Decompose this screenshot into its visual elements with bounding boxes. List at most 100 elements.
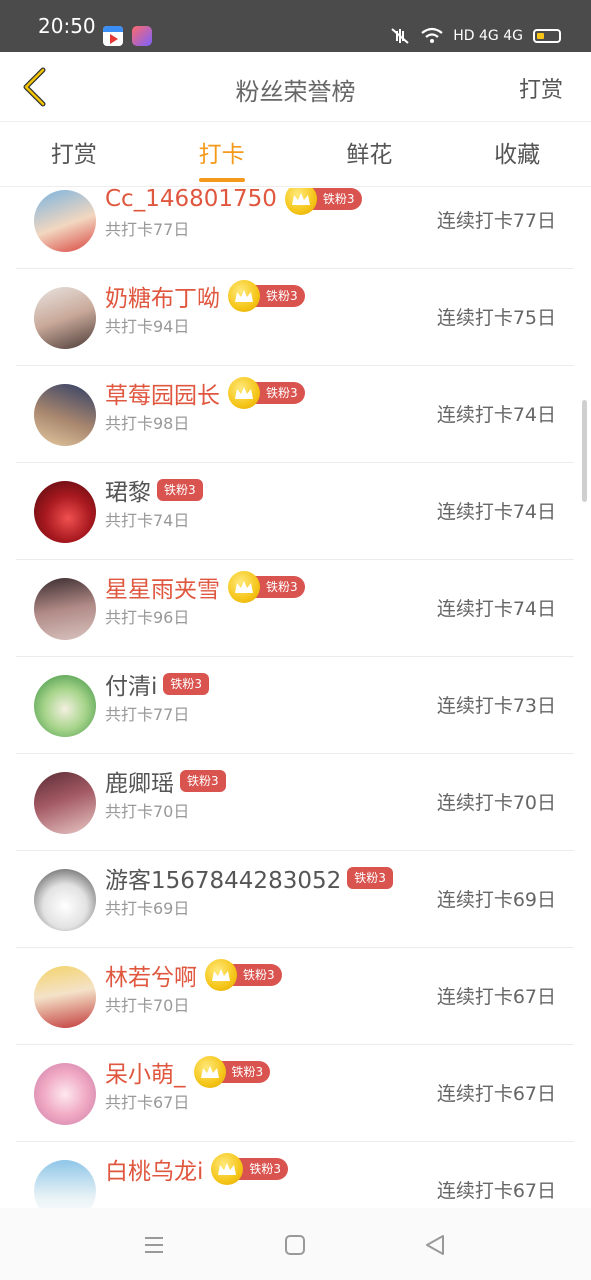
avatar xyxy=(34,384,96,446)
status-time: 20:50 xyxy=(38,14,96,38)
checkin-streak: 连续打卡74日 xyxy=(436,501,556,523)
list-item[interactable]: 游客1567844283052 铁粉3 共打卡69日 连续打卡69日 xyxy=(16,851,574,948)
total-checkins: 共打卡77日 xyxy=(105,220,190,239)
user-name: 付清i xyxy=(105,674,158,700)
header: 粉丝荣誉榜 打赏 xyxy=(0,52,591,122)
total-checkins: 共打卡98日 xyxy=(105,414,190,433)
tab-checkin[interactable]: 打卡 xyxy=(148,123,296,186)
list-item[interactable]: Cc_146801750 铁粉3 共打卡77日 连续打卡77日 xyxy=(16,188,574,269)
avatar xyxy=(34,481,96,543)
user-name: 草莓园园长 xyxy=(105,383,220,409)
fan-level-badge: 铁粉3 xyxy=(163,673,210,695)
tab-reward[interactable]: 打赏 xyxy=(0,123,148,186)
name-line: 呆小萌_ 铁粉3 xyxy=(105,1055,271,1089)
total-checkins: 共打卡67日 xyxy=(105,1093,190,1112)
checkin-streak: 连续打卡67日 xyxy=(436,1180,556,1202)
fan-level-badge: 铁粉3 xyxy=(310,188,362,210)
total-checkins: 共打卡74日 xyxy=(105,511,190,530)
user-name: 奶糖布丁呦 xyxy=(105,286,220,312)
avatar xyxy=(34,1160,96,1208)
avatar xyxy=(34,869,96,931)
reward-button[interactable]: 打赏 xyxy=(519,72,563,104)
tab-bar: 打赏 打卡 鲜花 收藏 xyxy=(0,123,591,187)
fan-level-badge: 铁粉3 xyxy=(347,867,393,889)
avatar xyxy=(34,287,96,349)
list-item[interactable]: 白桃乌龙i 铁粉3 连续打卡67日 xyxy=(16,1142,574,1208)
total-checkins: 共打卡69日 xyxy=(105,899,190,918)
total-checkins: 共打卡77日 xyxy=(105,705,190,724)
status-indicators: HD 4G 4G xyxy=(389,26,561,46)
user-name: 星星雨夹雪 xyxy=(105,577,220,603)
gallery-app-icon xyxy=(132,26,152,46)
fan-level-badge: 铁粉3 xyxy=(254,382,305,404)
crown-icon xyxy=(193,1056,226,1088)
list-item[interactable]: 鹿卿瑶 铁粉3 共打卡70日 连续打卡70日 xyxy=(16,754,574,851)
list-item[interactable]: 林若兮啊 铁粉3 共打卡70日 连续打卡67日 xyxy=(16,948,574,1045)
user-name: 呆小萌_ xyxy=(105,1062,186,1088)
network-label: HD 4G 4G xyxy=(453,28,523,44)
crown-icon xyxy=(205,959,237,991)
mute-vibrate-icon xyxy=(391,28,409,44)
fan-level-badge: 铁粉3 xyxy=(231,964,282,986)
crown-icon xyxy=(228,377,260,409)
crown-icon xyxy=(211,1153,244,1185)
user-name: Cc_146801750 xyxy=(105,188,277,212)
list-item[interactable]: 呆小萌_ 铁粉3 共打卡67日 连续打卡67日 xyxy=(16,1045,574,1142)
crown-icon xyxy=(228,280,260,312)
user-name: 珺黎 xyxy=(105,480,151,506)
video-app-icon xyxy=(103,26,123,46)
name-line: 草莓园园长 铁粉3 xyxy=(105,376,305,410)
checkin-streak: 连续打卡67日 xyxy=(436,986,556,1008)
checkin-streak: 连续打卡74日 xyxy=(436,404,556,426)
total-checkins: 共打卡70日 xyxy=(105,802,190,821)
checkin-streak: 连续打卡67日 xyxy=(436,1083,556,1105)
name-line: 鹿卿瑶 铁粉3 xyxy=(105,764,226,798)
page-title: 粉丝荣誉榜 xyxy=(235,78,356,106)
menu-icon xyxy=(145,1237,163,1253)
system-nav-bar xyxy=(0,1208,591,1280)
triangle-back-icon xyxy=(426,1235,444,1255)
tab-flowers[interactable]: 鲜花 xyxy=(296,123,444,186)
user-name: 林若兮啊 xyxy=(105,965,197,991)
avatar xyxy=(34,1063,96,1125)
fan-level-badge: 铁粉3 xyxy=(254,576,305,598)
name-line: 游客1567844283052 铁粉3 xyxy=(105,861,393,895)
name-line: 付清i 铁粉3 xyxy=(105,667,210,701)
avatar xyxy=(34,578,96,640)
fan-level-badge: 铁粉3 xyxy=(237,1158,289,1180)
battery-icon xyxy=(533,29,561,43)
name-line: 奶糖布丁呦 铁粉3 xyxy=(105,279,305,313)
fan-level-badge: 铁粉3 xyxy=(157,479,203,501)
checkin-streak: 连续打卡74日 xyxy=(436,598,556,620)
avatar xyxy=(34,190,96,252)
user-name: 鹿卿瑶 xyxy=(105,771,174,797)
square-icon xyxy=(285,1235,305,1255)
list-item[interactable]: 星星雨夹雪 铁粉3 共打卡96日 连续打卡74日 xyxy=(16,560,574,657)
name-line: 林若兮啊 铁粉3 xyxy=(105,958,282,992)
avatar xyxy=(34,772,96,834)
list-item[interactable]: 付清i 铁粉3 共打卡77日 连续打卡73日 xyxy=(16,657,574,754)
total-checkins: 共打卡96日 xyxy=(105,608,190,627)
name-line: 星星雨夹雪 铁粉3 xyxy=(105,570,305,604)
back-nav-button[interactable] xyxy=(420,1230,450,1260)
name-line: 珺黎 铁粉3 xyxy=(105,473,203,507)
home-button[interactable] xyxy=(280,1230,310,1260)
avatar xyxy=(34,966,96,1028)
tab-favorites[interactable]: 收藏 xyxy=(443,123,591,186)
scrollbar[interactable] xyxy=(582,400,587,502)
fan-list: Cc_146801750 铁粉3 共打卡77日 连续打卡77日 奶糖布丁呦 铁粉… xyxy=(0,188,591,1208)
menu-button[interactable] xyxy=(139,1230,169,1260)
list-item[interactable]: 草莓园园长 铁粉3 共打卡98日 连续打卡74日 xyxy=(16,366,574,463)
fan-level-badge: 铁粉3 xyxy=(254,285,305,307)
status-bar: 20:50 HD 4G 4G xyxy=(0,0,591,52)
checkin-streak: 连续打卡77日 xyxy=(436,210,556,232)
avatar xyxy=(34,675,96,737)
name-line: Cc_146801750 铁粉3 xyxy=(105,188,362,216)
checkin-streak: 连续打卡69日 xyxy=(436,889,556,911)
list-item[interactable]: 奶糖布丁呦 铁粉3 共打卡94日 连续打卡75日 xyxy=(16,269,574,366)
list-item[interactable]: 珺黎 铁粉3 共打卡74日 连续打卡74日 xyxy=(16,463,574,560)
crown-icon xyxy=(284,188,317,215)
fan-level-badge: 铁粉3 xyxy=(219,1061,271,1083)
crown-icon xyxy=(228,571,260,603)
name-line: 白桃乌龙i 铁粉3 xyxy=(105,1152,289,1186)
